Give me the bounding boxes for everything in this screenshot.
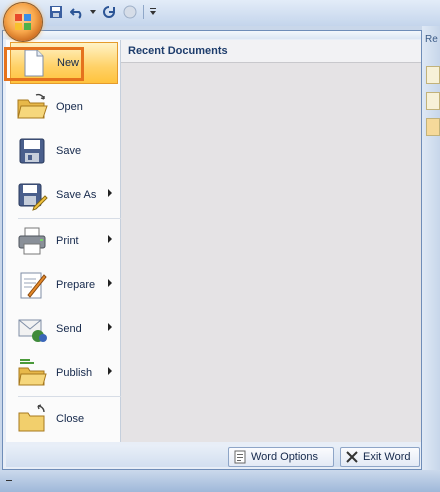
window-title-fragment: Re [425,34,438,45]
menu-item-publish[interactable]: Publish [10,352,118,394]
menu-item-label: Close [56,413,85,425]
publish-icon [16,357,48,389]
open-folder-icon [16,91,48,123]
submenu-arrow-icon [108,367,112,375]
menu-item-label: Save As [56,189,97,201]
menu-divider [18,218,122,219]
status-bar [0,470,440,492]
save-icon [16,135,48,167]
recent-documents-pane: Recent Documents [121,40,421,442]
menu-item-label: Send [56,323,82,335]
menu-item-close[interactable]: Close [10,398,118,440]
menu-item-label: Save [56,145,82,157]
menu-item-open[interactable]: Open [10,86,118,128]
menu-item-label: Open [56,101,83,113]
toolbar-divider [143,5,144,19]
selection-highlight-frame [4,47,84,81]
redo-icon[interactable] [101,4,117,20]
undo-icon[interactable] [69,4,85,20]
office-logo-icon [15,14,31,30]
menu-item-print[interactable]: Print [10,220,118,262]
send-icon [16,313,48,345]
printer-icon [16,225,48,257]
menu-item-save-as[interactable]: Save As [10,174,118,216]
submenu-arrow-icon [108,189,112,197]
undo-dropdown-icon[interactable] [90,4,96,20]
menu-top-band [3,31,421,39]
ribbon-fragment-icon [426,92,440,110]
customize-icon[interactable] [149,4,157,20]
menu-item-send[interactable]: Send [10,308,118,350]
exit-word-button[interactable]: Exit Word [340,447,420,467]
submenu-arrow-icon [108,235,112,243]
quick-access-toolbar [48,3,157,21]
submenu-arrow-icon [108,323,112,331]
save-icon[interactable] [48,4,64,20]
office-menu: New Open Save Save As Print Prepare Send… [2,30,422,470]
menu-item-label: Publish [56,367,93,379]
recent-documents-title: Recent Documents [128,45,228,57]
menu-item-label: Prepare [56,279,96,291]
status-indicator [6,480,12,481]
prepare-icon [16,269,48,301]
disabled-icon [122,4,138,20]
menu-item-label: Print [56,235,79,247]
word-options-label: Word Options [251,451,319,463]
word-options-button[interactable]: Word Options [228,447,334,467]
exit-word-label: Exit Word [363,451,411,463]
document-area-edge: Re [422,26,440,492]
menu-divider [18,396,122,397]
ribbon-fragment-icon [426,118,440,136]
menu-item-save[interactable]: Save [10,130,118,172]
menu-bottom-bar: Word Options Exit Word [6,445,420,467]
menu-commands: New Open Save Save As Print Prepare Send… [6,40,122,442]
menu-item-prepare[interactable]: Prepare [10,264,118,306]
ribbon-fragment-icon [426,66,440,84]
close-icon [346,451,358,463]
close-folder-icon [16,403,48,435]
options-icon [234,450,246,464]
submenu-arrow-icon [108,279,112,287]
office-button[interactable] [4,3,42,41]
save-as-icon [16,179,48,211]
recent-documents-header: Recent Documents [121,40,421,63]
